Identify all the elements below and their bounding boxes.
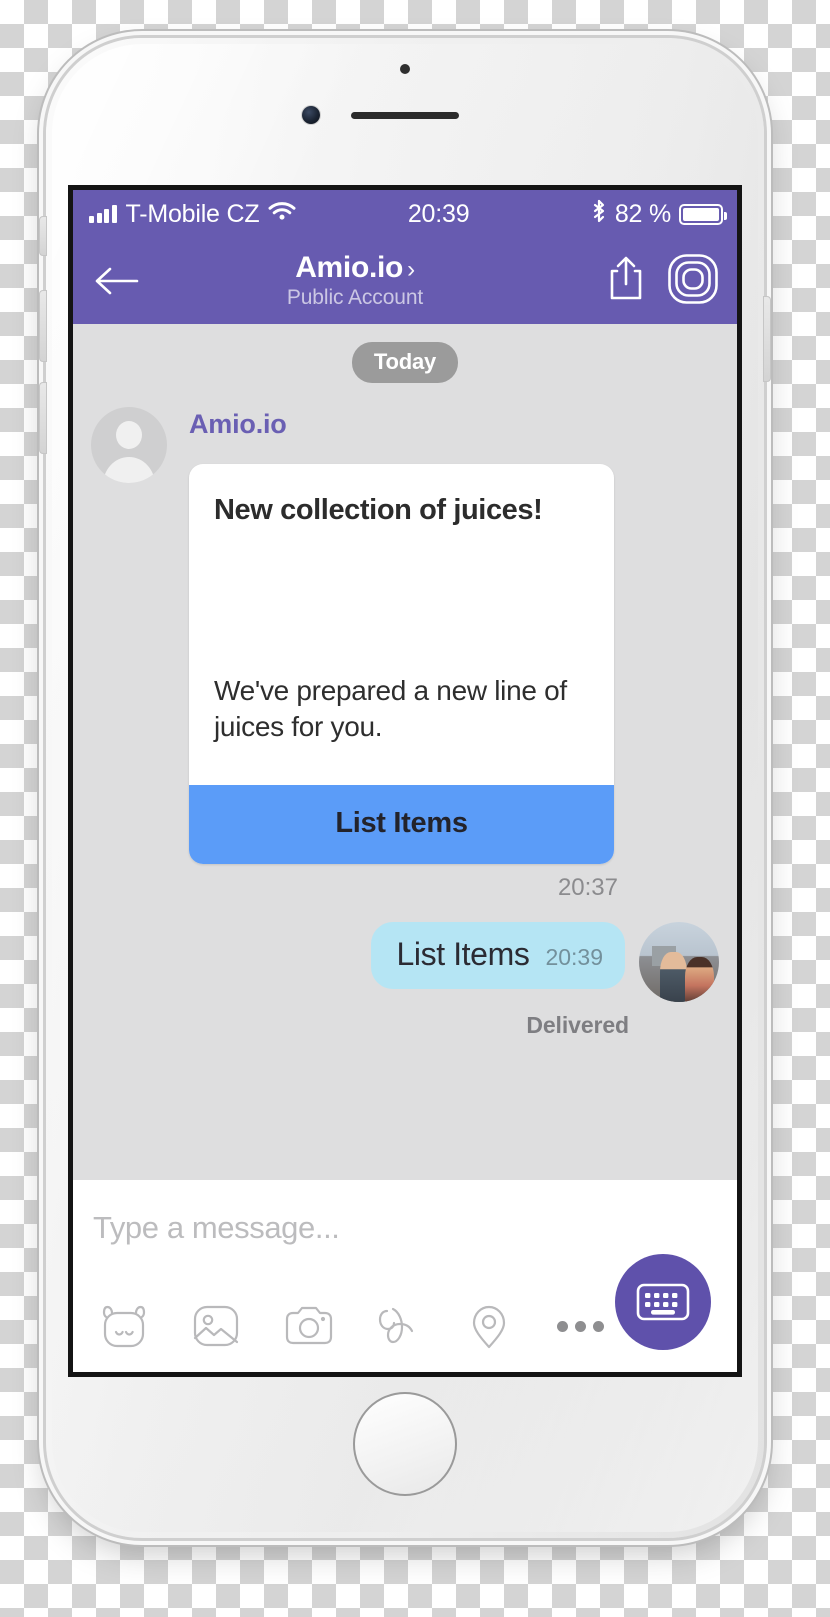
rich-media-card[interactable]: New collection of juices! We've prepared… — [189, 464, 614, 864]
card-list-items-button[interactable]: List Items — [189, 784, 614, 864]
card-image-placeholder — [189, 527, 614, 673]
home-button[interactable] — [353, 1392, 457, 1496]
conversation-area: Today Amio.io New collection of juices! … — [73, 324, 737, 1180]
gallery-icon[interactable] — [191, 1303, 241, 1349]
message-composer: Type a message... — [73, 1180, 737, 1372]
volume-down-button[interactable] — [39, 382, 47, 454]
incoming-message-body: Amio.io New collection of juices! We've … — [189, 405, 737, 864]
incoming-message: Amio.io New collection of juices! We've … — [73, 383, 737, 864]
status-bar-left: T-Mobile CZ — [89, 200, 296, 229]
chevron-right-icon: › — [407, 256, 415, 284]
silent-switch[interactable] — [39, 216, 47, 256]
viber-camera-icon[interactable] — [667, 253, 719, 310]
outgoing-text: List Items — [396, 935, 530, 972]
battery-icon — [679, 203, 727, 225]
card-text: We've prepared a new line of juices for … — [214, 675, 567, 742]
battery-percent-label: 82 % — [614, 199, 671, 228]
doodle-icon[interactable] — [377, 1303, 425, 1349]
chat-title-row: Amio.io › — [151, 252, 559, 284]
proximity-sensor — [400, 64, 410, 74]
volume-up-button[interactable] — [39, 290, 47, 362]
chat-subtitle: Public Account — [286, 285, 424, 309]
sender-name: Amio.io — [189, 409, 287, 439]
delivery-status: Delivered — [526, 1011, 629, 1038]
header-actions — [559, 253, 719, 310]
card-title: New collection of juices! — [214, 494, 543, 526]
back-button[interactable] — [93, 264, 151, 298]
chat-title: Amio.io — [295, 251, 404, 285]
location-pin-icon[interactable] — [467, 1302, 511, 1350]
earpiece-speaker — [351, 112, 459, 119]
camera-icon[interactable] — [283, 1303, 335, 1349]
front-camera — [302, 106, 320, 124]
more-dots-icon[interactable] — [553, 1320, 608, 1332]
user-photo-avatar[interactable] — [639, 921, 719, 1002]
avatar-person-right — [685, 956, 715, 1002]
share-icon[interactable] — [605, 254, 647, 309]
keyboard-button[interactable] — [615, 1254, 711, 1350]
outgoing-bubble[interactable]: List Items 20:39 — [370, 921, 625, 989]
incoming-timestamp: 20:37 — [557, 873, 618, 901]
sticker-icon[interactable] — [99, 1303, 149, 1349]
outgoing-timestamp: 20:39 — [545, 943, 603, 970]
wifi-icon — [268, 200, 296, 229]
back-arrow-icon — [95, 267, 139, 295]
outgoing-message: List Items 20:39 — [73, 902, 737, 1002]
day-separator: Today — [73, 324, 737, 383]
power-button[interactable] — [763, 296, 771, 382]
day-separator-label: Today — [351, 342, 459, 383]
chat-header: Amio.io › Public Account — [73, 238, 737, 324]
message-input[interactable]: Type a message... — [93, 1180, 717, 1246]
carrier-label: T-Mobile CZ — [125, 199, 260, 228]
phone-device-frame: T-Mobile CZ 20:39 82 % Amio.io › Public … — [39, 38, 771, 1538]
phone-screen: T-Mobile CZ 20:39 82 % Amio.io › Public … — [73, 190, 737, 1372]
signal-bars-icon — [89, 205, 117, 223]
default-avatar-icon[interactable] — [91, 407, 167, 483]
avatar-person-left — [659, 952, 687, 1002]
status-bar: T-Mobile CZ 20:39 82 % — [73, 190, 737, 238]
composer-icon-row — [99, 1302, 608, 1350]
keyboard-icon — [636, 1283, 690, 1321]
status-bar-clock: 20:39 — [407, 199, 470, 228]
status-bar-right: 82 % — [591, 199, 727, 230]
bluetooth-icon — [591, 199, 607, 230]
chat-title-block[interactable]: Amio.io › Public Account — [151, 252, 559, 309]
